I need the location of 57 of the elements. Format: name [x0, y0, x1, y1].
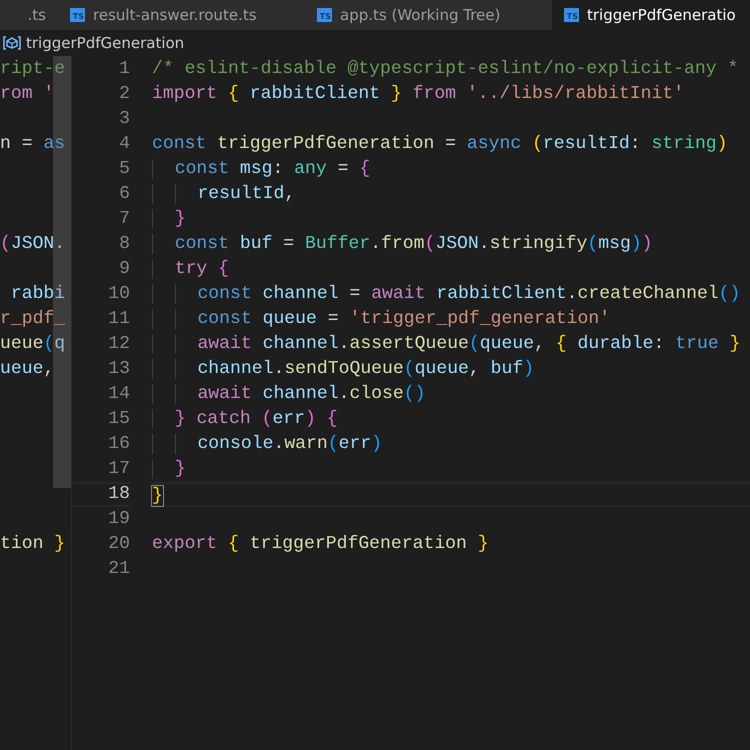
editor-tab[interactable]: TS app.ts (Working Tree) [305, 0, 552, 30]
line-number: 13 [107, 358, 130, 381]
code-line: n = as [0, 134, 66, 154]
code-line: } [152, 457, 186, 482]
code-line: const channel = await rabbitClient.createChannel() [152, 282, 740, 307]
line-number: 15 [107, 408, 130, 431]
editor-tab[interactable]: TS triggerPdfGeneratio [552, 0, 750, 30]
line-number: 8 [118, 233, 130, 256]
line-number: 5 [118, 158, 130, 181]
code-line: const queue = 'trigger_pdf_generation' [152, 307, 610, 332]
line-number: 7 [118, 208, 130, 231]
line-number: 21 [107, 558, 130, 581]
code-line: channel.sendToQueue(queue, buf) [152, 357, 534, 382]
code-line: try { [152, 257, 230, 282]
code-line: } [152, 486, 163, 507]
code-line: } [152, 207, 186, 232]
code-line: tion } [0, 534, 66, 554]
code-line: (JSON. [0, 234, 66, 254]
code-line: ueue(q [0, 334, 66, 354]
code-line: ueue, [0, 359, 54, 379]
line-number: 17 [107, 458, 130, 481]
line-number: 2 [118, 83, 130, 106]
typescript-file-icon: TS [70, 8, 85, 22]
line-number: 10 [107, 283, 130, 306]
line-number: 12 [107, 333, 130, 356]
line-number: 4 [118, 133, 130, 156]
code-line: const buf = Buffer.from(JSON.stringify(msg)) [152, 232, 653, 257]
code-line: resultId, [152, 182, 296, 207]
line-number: 19 [107, 508, 130, 531]
code-line: export { triggerPdfGeneration } [152, 533, 489, 556]
editor-tab[interactable]: TS result-answer.route.ts [58, 0, 305, 30]
code-line: const triggerPdfGeneration = async (resultId: string) [152, 133, 728, 156]
line-number: 1 [118, 58, 130, 81]
breadcrumb-item[interactable]: triggerPdfGeneration [26, 32, 184, 54]
code-line: import { rabbitClient } from '../libs/rabbitInit' [152, 83, 684, 106]
symbol-icon [2, 35, 22, 51]
code-line: await channel.assertQueue(queue, { durable: true } [152, 332, 740, 357]
code-line: rabbi [10, 284, 66, 304]
line-number: 16 [107, 433, 130, 456]
typescript-file-icon: TS [317, 8, 332, 22]
code-line: ript-e [0, 59, 66, 79]
line-number: 6 [118, 183, 130, 206]
line-number: 18 [107, 484, 130, 505]
code-line: rom ' [0, 84, 54, 104]
code-line: } catch (err) { [152, 407, 338, 432]
line-number: 3 [118, 108, 130, 131]
line-number: 11 [107, 308, 130, 331]
line-number: 14 [107, 383, 130, 406]
code-line: console.warn(err) [152, 432, 382, 457]
line-number: 9 [118, 258, 130, 281]
line-number: 20 [107, 533, 130, 556]
code-line: r_pdf_ [0, 309, 66, 329]
typescript-file-icon: TS [564, 8, 579, 22]
code-line: const msg: any = { [152, 157, 370, 182]
editor-tab[interactable]: .ts [0, 0, 58, 30]
code-line: await channel.close() [152, 382, 426, 407]
code-line: /* eslint-disable @typescript-eslint/no-explicit-any * [152, 58, 738, 81]
